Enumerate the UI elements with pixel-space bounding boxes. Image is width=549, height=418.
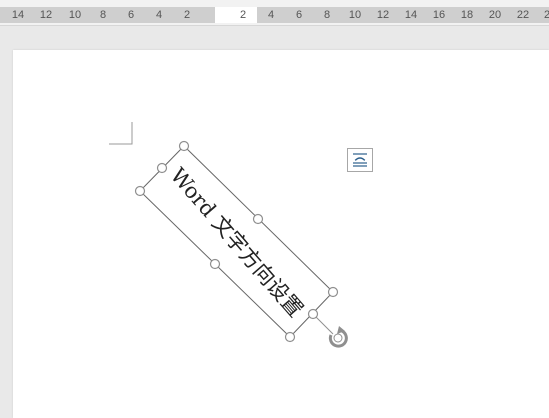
document-window: 14 12 10 8 6 4 2 2 4 6 8 10 12 14 16 18 … [0, 0, 549, 418]
resize-handle[interactable] [134, 185, 146, 197]
resize-handle[interactable] [307, 308, 319, 320]
resize-handle[interactable] [284, 331, 296, 343]
resize-handle[interactable] [178, 140, 190, 152]
rotate-handle-icon[interactable] [328, 326, 348, 348]
resize-handle[interactable] [209, 258, 221, 270]
resize-handle[interactable] [156, 162, 168, 174]
selection-overlay [134, 140, 348, 348]
resize-handle[interactable] [252, 213, 264, 225]
selection-outline [139, 145, 334, 338]
resize-handle[interactable] [327, 286, 339, 298]
